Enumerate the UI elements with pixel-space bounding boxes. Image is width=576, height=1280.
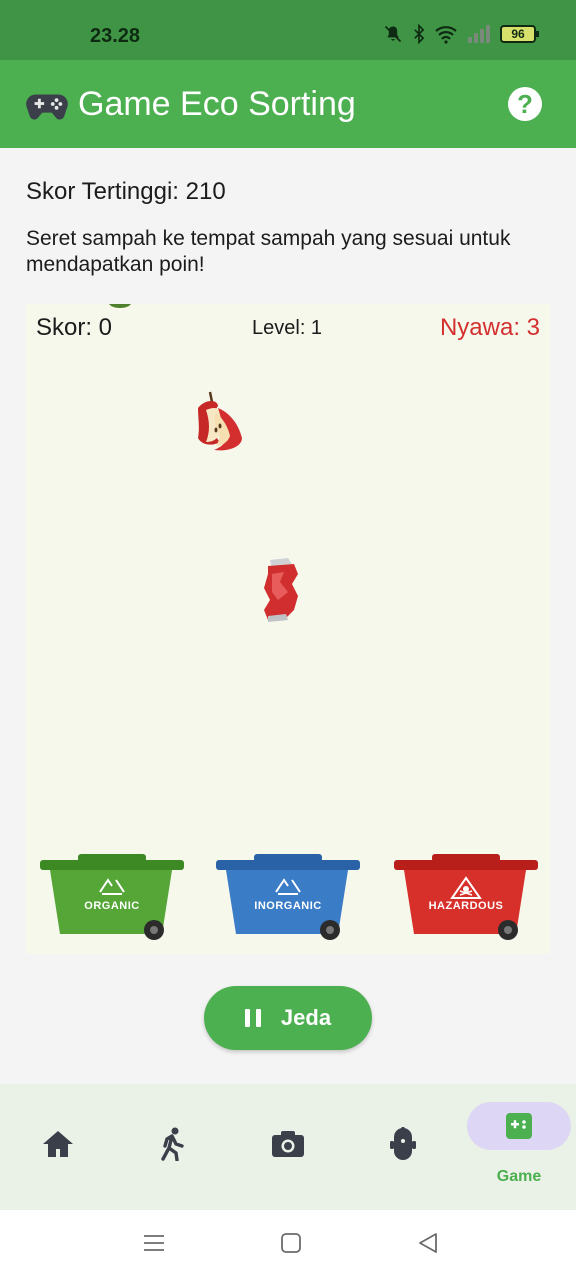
- nav-item-home[interactable]: [6, 1102, 110, 1192]
- nav-item-activity[interactable]: [120, 1102, 224, 1192]
- pause-button[interactable]: Jeda: [204, 986, 372, 1050]
- nav-label-game: Game: [496, 1168, 542, 1185]
- battery-indicator: 96: [500, 25, 539, 43]
- robot-icon: [390, 1127, 416, 1160]
- instruction-text: Seret sampah ke tempat sampah yang sesua…: [26, 227, 511, 276]
- crushed-can-item[interactable]: [258, 556, 302, 622]
- leaf-item[interactable]: [108, 304, 132, 310]
- app-title: Game Eco Sorting: [78, 84, 356, 123]
- walking-person-icon: [161, 1127, 184, 1161]
- inorganic-bin[interactable]: INORGANIC: [214, 852, 362, 942]
- score-display: Skor: 0: [36, 314, 113, 341]
- nav-item-game[interactable]: Game: [467, 1102, 571, 1192]
- status-bar: 23.28 96: [0, 0, 576, 60]
- signal-icon: [468, 25, 490, 43]
- bluetooth-icon: [414, 24, 425, 44]
- bottom-nav: Game: [0, 1084, 576, 1210]
- organic-bin[interactable]: ORGANIC: [38, 852, 186, 942]
- system-nav: [0, 1210, 576, 1280]
- back-icon[interactable]: [416, 1232, 440, 1254]
- recycle-icon: [275, 878, 301, 895]
- mute-icon: [384, 25, 402, 43]
- inorganic-bin-label: INORGANIC: [254, 900, 322, 912]
- skull-crossbones-icon: [450, 876, 482, 899]
- status-time: 23.28: [90, 25, 141, 47]
- apple-core-item[interactable]: [192, 390, 248, 458]
- menu-icon[interactable]: [142, 1232, 166, 1254]
- nav-item-robot[interactable]: [351, 1102, 455, 1192]
- nav-item-camera[interactable]: [236, 1102, 340, 1192]
- hazardous-bin[interactable]: HAZARDOUS: [392, 852, 540, 942]
- game-controller-icon: [506, 1113, 532, 1139]
- pause-icon: [244, 1009, 261, 1027]
- home-square-icon[interactable]: [280, 1232, 302, 1254]
- app-title-wrap: Game Eco Sorting: [26, 84, 356, 124]
- organic-bin-label: ORGANIC: [84, 900, 140, 912]
- camera-icon: [272, 1131, 304, 1157]
- help-button[interactable]: ?: [508, 87, 542, 121]
- gamepad-icon: [26, 94, 68, 120]
- app-bar: Game Eco Sorting ?: [0, 60, 576, 148]
- game-area[interactable]: Skor: 0 Level: 1 Nyawa: 3 ORGANIC INORGA…: [26, 304, 550, 954]
- status-icons: 96: [382, 24, 539, 44]
- pause-label: Jeda: [280, 1005, 332, 1030]
- level-display: Level: 1: [252, 317, 323, 339]
- wifi-icon: [435, 26, 457, 44]
- lives-display: Nyawa: 3: [439, 314, 540, 341]
- high-score: Skor Tertinggi: 210: [26, 178, 226, 205]
- home-icon: [43, 1131, 73, 1157]
- hazardous-bin-label: HAZARDOUS: [428, 900, 504, 912]
- recycle-icon: [99, 878, 125, 895]
